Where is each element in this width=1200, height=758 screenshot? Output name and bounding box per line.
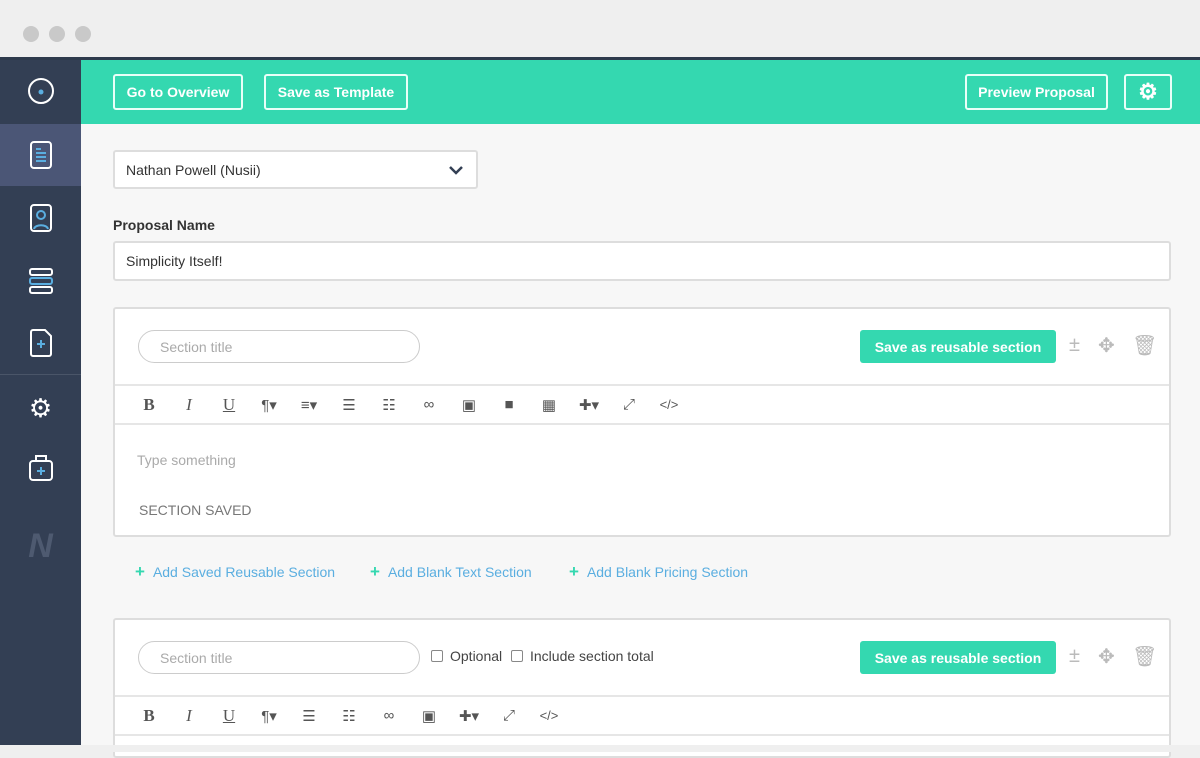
link-icon[interactable]: ∞	[409, 396, 449, 413]
link-label: Add Saved Reusable Section	[152, 564, 336, 580]
sidebar-item-clients[interactable]	[0, 187, 81, 249]
plus-icon: +	[569, 562, 579, 581]
unordered-list-icon[interactable]: ☷	[369, 396, 409, 414]
editor-toolbar: B I U ¶▾ ☰ ☷ ∞ ▣ ✚▾ ⤢ </>	[115, 695, 1169, 736]
video-icon[interactable]: ■	[489, 396, 529, 413]
editor-placeholder[interactable]: Type something	[137, 452, 236, 468]
gear-icon: ⚙	[1138, 79, 1158, 104]
paragraph-icon[interactable]: ¶▾	[249, 707, 289, 725]
sidebar-item-proposals[interactable]	[0, 124, 81, 186]
sidebar-item-help[interactable]	[0, 437, 81, 499]
code-view-icon[interactable]: </>	[649, 397, 689, 412]
editor-toolbar: B I U ¶▾ ≡▾ ☰ ☷ ∞ ▣ ■ ▦ ✚▾ ⤢ </>	[115, 384, 1169, 425]
optional-checkbox[interactable]: Optional	[431, 648, 502, 664]
add-saved-reusable-section-link[interactable]: + Add Saved Reusable Section	[135, 562, 335, 582]
proposal-name-input[interactable]: Simplicity Itself!	[113, 241, 1171, 281]
ordered-list-icon[interactable]: ☰	[329, 396, 369, 414]
sidebar-divider	[0, 374, 81, 375]
section-saved-text: SECTION SAVED	[139, 502, 252, 518]
sidebar-item-dashboard[interactable]	[0, 60, 81, 122]
move-icon[interactable]: ✥	[1098, 644, 1115, 669]
bold-icon[interactable]: B	[129, 395, 169, 415]
gauge-icon	[27, 78, 54, 104]
include-total-label: Include section total	[530, 648, 654, 664]
add-blank-pricing-section-link[interactable]: + Add Blank Pricing Section	[569, 562, 748, 582]
paragraph-icon[interactable]: ¶▾	[249, 396, 289, 414]
trash-icon[interactable]: 🗑	[1132, 333, 1157, 358]
plugin-icon[interactable]: ✚▾	[569, 396, 609, 414]
chevron-down-icon	[449, 166, 463, 175]
align-icon[interactable]: ≡▾	[289, 396, 329, 414]
window-close-dot[interactable]	[23, 26, 39, 42]
unordered-list-icon[interactable]: ☷	[329, 707, 369, 725]
first-aid-icon	[28, 455, 53, 481]
plus-icon: +	[370, 562, 380, 581]
sidebar-item-sections[interactable]	[0, 250, 81, 312]
go-to-overview-button[interactable]: Go to Overview	[113, 74, 243, 110]
ordered-list-icon[interactable]: ☰	[289, 707, 329, 725]
optional-label: Optional	[450, 648, 503, 664]
plus-icon: +	[135, 562, 145, 581]
plus-minus-icon[interactable]: ±	[1069, 645, 1080, 668]
checkbox[interactable]	[431, 650, 443, 662]
gear-icon: ⚙	[28, 392, 53, 423]
link-label: Add Blank Text Section	[387, 564, 532, 580]
save-as-template-button[interactable]: Save as Template	[264, 74, 408, 110]
save-reusable-section-button[interactable]: Save as reusable section	[860, 330, 1056, 363]
section-title-input[interactable]: Section title	[138, 641, 420, 674]
italic-icon[interactable]: I	[169, 706, 209, 726]
link-icon[interactable]: ∞	[369, 707, 409, 724]
proposal-name-label: Proposal Name	[113, 217, 215, 233]
checkbox[interactable]	[511, 650, 523, 662]
underline-icon[interactable]: U	[209, 395, 249, 415]
underline-icon[interactable]: U	[209, 706, 249, 726]
trash-icon[interactable]: 🗑	[1132, 644, 1157, 669]
sidebar-item-new-proposal[interactable]	[0, 312, 81, 374]
fullscreen-icon[interactable]: ⤢	[609, 396, 649, 413]
plugin-icon[interactable]: ✚▾	[449, 707, 489, 725]
fullscreen-icon[interactable]: ⤢	[489, 707, 529, 724]
contact-icon	[29, 204, 52, 232]
sidebar-item-settings[interactable]: ⚙	[0, 377, 81, 439]
section-title-input[interactable]: Section title	[138, 330, 420, 363]
table-icon[interactable]: ▦	[529, 396, 569, 414]
preview-proposal-button[interactable]: Preview Proposal	[965, 74, 1108, 110]
client-select[interactable]: Nathan Powell (Nusii)	[113, 150, 478, 189]
document-icon	[29, 141, 52, 169]
pricing-section-card: Section title Optional Include section t…	[113, 618, 1171, 758]
client-select-value: Nathan Powell (Nusii)	[126, 161, 261, 178]
plus-minus-icon[interactable]: ±	[1069, 334, 1080, 357]
window-maximize-dot[interactable]	[75, 26, 91, 42]
image-icon[interactable]: ▣	[449, 396, 489, 414]
save-reusable-section-button[interactable]: Save as reusable section	[860, 641, 1056, 674]
bold-icon[interactable]: B	[129, 706, 169, 726]
settings-button[interactable]: ⚙	[1124, 74, 1172, 110]
section-card: Section title Save as reusable section ±…	[113, 307, 1171, 537]
link-label: Add Blank Pricing Section	[586, 564, 749, 580]
italic-icon[interactable]: I	[169, 395, 209, 415]
window-minimize-dot[interactable]	[49, 26, 65, 42]
nusii-logo: N	[28, 526, 53, 565]
window-bottom-edge	[0, 745, 1200, 752]
stack-icon	[28, 268, 53, 294]
code-view-icon[interactable]: </>	[529, 708, 569, 723]
image-icon[interactable]: ▣	[409, 707, 449, 725]
add-blank-text-section-link[interactable]: + Add Blank Text Section	[370, 562, 532, 582]
new-document-icon	[29, 329, 52, 357]
include-section-total-checkbox[interactable]: Include section total	[511, 648, 654, 664]
move-icon[interactable]: ✥	[1098, 333, 1115, 358]
